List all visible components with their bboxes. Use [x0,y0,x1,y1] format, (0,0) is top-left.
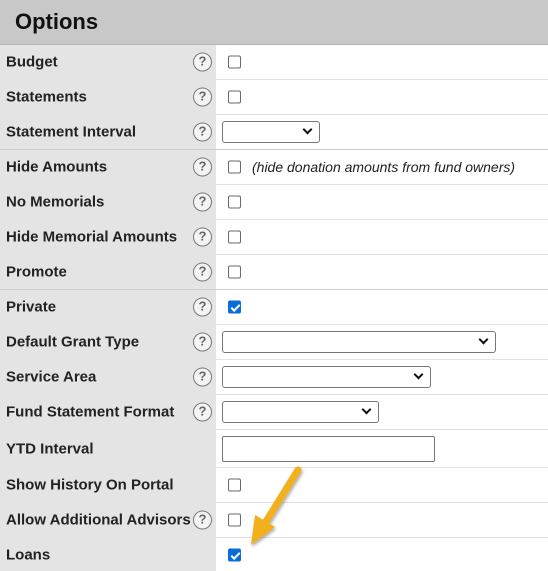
help-icon[interactable]: ? [193,227,212,247]
help-icon[interactable]: ? [193,297,212,317]
statement-interval-select[interactable] [222,121,320,143]
option-label: Statements [6,88,87,106]
option-row-promote: Promote ? [0,255,548,290]
option-label: Statement Interval [6,123,137,141]
help-icon[interactable]: ? [193,332,212,352]
loans-checkbox[interactable] [228,548,241,562]
options-table: Budget ? Statements ? Statement Interval… [0,45,548,571]
option-row-statement-interval: Statement Interval ? [0,115,548,150]
option-row-hide-memorial-amounts: Hide Memorial Amounts ? [0,220,548,255]
default-grant-type-select[interactable] [222,331,496,353]
fund-statement-format-select[interactable] [222,401,379,423]
option-row-private: Private ? [0,290,548,325]
help-icon[interactable]: ? [193,157,212,177]
option-row-loans: Loans [0,538,548,571]
option-label: YTD Interval [6,440,94,457]
allow-additional-advisors-checkbox[interactable] [228,513,241,527]
help-icon[interactable]: ? [193,122,212,142]
option-label: Hide Memorial Amounts [6,228,178,246]
chevron-down-icon [413,369,424,380]
option-row-default-grant-type: Default Grant Type ? [0,325,548,360]
option-row-statements: Statements ? [0,80,548,115]
help-icon[interactable]: ? [193,87,212,107]
option-label: Fund Statement Format [6,403,175,421]
chevron-down-icon [478,334,489,345]
hide-amounts-note: (hide donation amounts from fund owners) [252,159,516,175]
option-row-budget: Budget ? [0,45,548,80]
help-icon[interactable]: ? [193,192,212,212]
option-label: Promote [6,263,67,281]
option-row-fund-statement-format: Fund Statement Format ? [0,395,548,430]
help-icon[interactable]: ? [193,510,212,530]
page-title: Options [15,9,99,34]
option-label: Budget [6,53,58,71]
option-row-show-history-on-portal: Show History On Portal [0,468,548,503]
private-checkbox[interactable] [228,300,241,314]
ytd-interval-input[interactable] [222,435,435,462]
promote-checkbox[interactable] [228,265,241,279]
chevron-down-icon [361,404,372,415]
chevron-down-icon [302,124,313,135]
option-label: Loans [6,546,51,564]
option-label: Hide Amounts [6,158,108,176]
no-memorials-checkbox[interactable] [228,195,241,209]
statements-checkbox[interactable] [228,90,241,104]
help-icon[interactable]: ? [193,402,212,422]
hide-memorial-amounts-checkbox[interactable] [228,230,241,244]
help-icon[interactable]: ? [193,262,212,282]
service-area-select[interactable] [222,366,431,388]
option-row-hide-amounts: Hide Amounts ? (hide donation amounts fr… [0,150,548,185]
hide-amounts-checkbox[interactable] [228,160,241,174]
option-label: Service Area [6,368,97,386]
option-label: Show History On Portal [6,476,174,494]
option-label: Private [6,298,57,316]
show-history-on-portal-checkbox[interactable] [228,478,241,492]
option-label: Allow Additional Advisors [6,511,191,529]
option-row-allow-additional-advisors: Allow Additional Advisors ? [0,503,548,538]
options-header: Options [0,0,548,45]
option-label: Default Grant Type [6,333,140,351]
help-icon[interactable]: ? [193,367,212,387]
option-row-ytd-interval: YTD Interval [0,430,548,468]
budget-checkbox[interactable] [228,55,241,69]
option-row-service-area: Service Area ? [0,360,548,395]
option-label: No Memorials [6,193,105,211]
help-icon[interactable]: ? [193,52,212,72]
option-row-no-memorials: No Memorials ? [0,185,548,220]
